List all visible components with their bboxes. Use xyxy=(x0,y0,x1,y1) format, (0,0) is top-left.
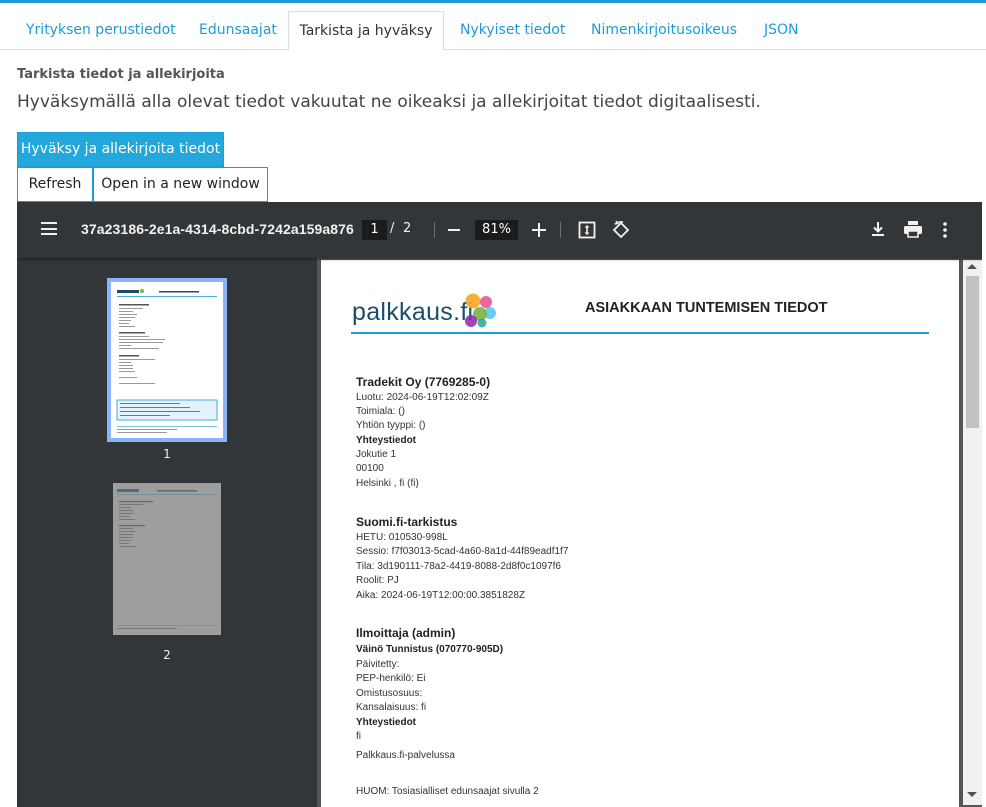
company-title: Tradekit Oy (7769285-0) xyxy=(356,375,491,389)
thumbnail-page-number: 2 xyxy=(163,648,171,662)
palkkaus-logo-dots-icon xyxy=(461,290,497,334)
tab-yrityksen-perustiedot[interactable]: Yrityksen perustiedot xyxy=(26,11,176,50)
tab-bar: Yrityksen perustiedot Edunsaajat Tarkist… xyxy=(0,11,986,51)
toolbar-divider xyxy=(560,222,561,238)
tab-json[interactable]: JSON xyxy=(764,11,799,50)
palkkaus-logo: palkkaus.fi xyxy=(352,298,474,326)
suomifi-session: Sessio: f7f03013-5cad-4a60-8a1d-44f89ead… xyxy=(356,546,569,557)
suomifi-time: Aika: 2024-06-19T12:00:00.3851828Z xyxy=(356,590,526,601)
zoom-in-icon[interactable] xyxy=(532,223,546,237)
reporter-ownership: Omistusosuus: xyxy=(356,688,423,699)
suomifi-roles: Roolit: PJ xyxy=(356,575,399,586)
approve-sign-button[interactable]: Hyväksy ja allekirjoita tiedot xyxy=(17,132,224,167)
refresh-button[interactable]: Refresh xyxy=(17,167,93,202)
page-separator: / xyxy=(390,221,395,236)
company-type: Yhtiön tyyppi: () xyxy=(356,420,426,431)
scroll-up-arrow-icon[interactable] xyxy=(967,264,977,269)
zoom-out-icon[interactable] xyxy=(448,229,460,231)
suomifi-state: Tila: 3d190111-78a2-4419-8088-2d8f0c1097… xyxy=(356,561,561,572)
print-icon[interactable] xyxy=(903,220,923,242)
reporter-contact-value: fi xyxy=(356,731,361,742)
more-options-icon[interactable] xyxy=(942,221,948,243)
page-thumbnail-2[interactable] xyxy=(113,483,221,635)
toolbar-divider xyxy=(434,222,435,238)
reporter-contact-heading: Yhteystiedot xyxy=(356,717,417,728)
open-new-window-button[interactable]: Open in a new window xyxy=(93,167,268,202)
page-thumbnail-1[interactable] xyxy=(107,278,227,442)
reporter-updated: Päivitetty: xyxy=(356,659,400,670)
tab-tarkista-ja-hyvaksy[interactable]: Tarkista ja hyväksy xyxy=(288,11,444,51)
document-note: HUOM: Tosiasialliset edunsaajat sivulla … xyxy=(356,786,539,797)
company-city: Helsinki , fi (fi) xyxy=(356,478,419,489)
page-scrollbar[interactable] xyxy=(963,260,982,805)
scroll-down-arrow-icon[interactable] xyxy=(967,792,977,797)
tab-nimenkirjoitusoikeus[interactable]: Nimenkirjoitusoikeus xyxy=(591,11,737,50)
reporter-title: Ilmoittaja (admin) xyxy=(356,626,456,640)
company-industry: Toimiala: () xyxy=(356,406,405,417)
pdf-viewer: 37a23186-2e1a-4314-8cbd-7242a159a876 1 /… xyxy=(17,202,982,807)
top-accent-line xyxy=(0,0,986,3)
reporter-name: Väinö Tunnistus (070770-905D) xyxy=(356,644,504,655)
fit-page-icon[interactable] xyxy=(578,221,596,243)
company-contact-heading: Yhteystiedot xyxy=(356,435,417,446)
thumbnail-sidebar: 1 2 xyxy=(17,258,317,807)
thumbnail-page-number: 1 xyxy=(163,447,171,461)
company-postal: 00100 xyxy=(356,463,384,474)
pdf-page: palkkaus.fi ASIAKKAAN TUNTEMISEN TIEDOT … xyxy=(321,260,959,807)
download-icon[interactable] xyxy=(869,220,887,242)
heading-divider xyxy=(351,332,929,334)
company-street: Jokutie 1 xyxy=(356,449,397,460)
suomifi-title: Suomi.fi-tarkistus xyxy=(356,515,458,529)
tab-edunsaajat[interactable]: Edunsaajat xyxy=(199,11,277,50)
reporter-pep: PEP-henkilö: Ei xyxy=(356,673,426,684)
zoom-level-input[interactable]: 81% xyxy=(475,220,518,240)
document-heading: ASIAKKAAN TUNTEMISEN TIEDOT xyxy=(585,300,828,316)
rotate-icon[interactable] xyxy=(611,220,631,244)
reporter-service: Palkkaus.fi-palvelussa xyxy=(356,750,455,761)
pdf-page-area: palkkaus.fi ASIAKKAAN TUNTEMISEN TIEDOT … xyxy=(317,258,982,807)
scroll-thumb[interactable] xyxy=(966,276,979,428)
section-description: Hyväksymällä alla olevat tiedot vakuutat… xyxy=(17,92,761,112)
pdf-document-title: 37a23186-2e1a-4314-8cbd-7242a159a876 xyxy=(81,221,354,237)
tab-nykyiset-tiedot[interactable]: Nykyiset tiedot xyxy=(460,11,565,50)
pdf-toolbar: 37a23186-2e1a-4314-8cbd-7242a159a876 1 /… xyxy=(17,202,982,258)
page-total: 2 xyxy=(403,221,412,236)
reporter-nationality: Kansalaisuus: fi xyxy=(356,702,427,713)
section-subtitle: Tarkista tiedot ja allekirjoita xyxy=(17,67,225,82)
menu-icon[interactable] xyxy=(41,222,57,235)
suomifi-hetu: HETU: 010530-998L xyxy=(356,532,448,543)
page-number-input[interactable]: 1 xyxy=(362,220,387,240)
company-created: Luotu: 2024-06-19T12:02:09Z xyxy=(356,392,489,403)
